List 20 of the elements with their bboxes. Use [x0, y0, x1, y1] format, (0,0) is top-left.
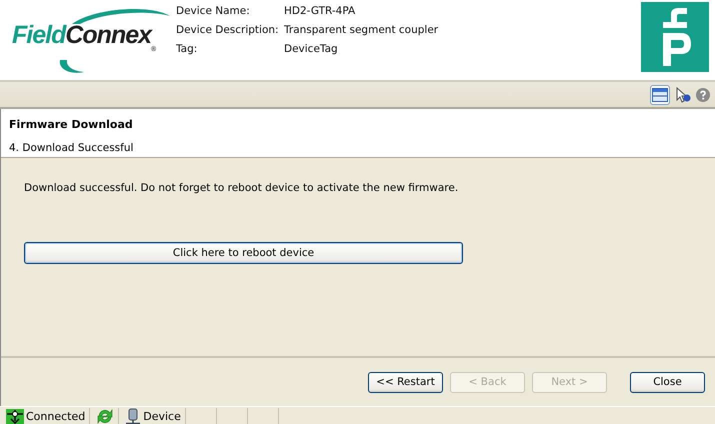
field-label: Device Description: — [176, 24, 280, 36]
wizard-button[interactable]: << Restart — [368, 372, 443, 392]
logo-text: FieldConnex$_{®}$ — [12, 20, 158, 56]
message-text: Download successful. Do not forget to reboot device to activate the new firmware. — [24, 182, 460, 194]
refresh-icon — [96, 408, 114, 424]
status-text: Device — [143, 410, 181, 423]
step-label: 4. Download Successful — [9, 142, 134, 154]
status-text: Connected — [26, 410, 86, 423]
help-icon[interactable] — [696, 88, 710, 102]
reboot-button[interactable]: Click here to reboot device — [24, 242, 463, 264]
window-view-button[interactable] — [650, 84, 670, 104]
wizard-title: Firmware Download — [9, 118, 134, 131]
wizard-button[interactable]: Close — [630, 372, 705, 392]
field-value: DeviceTag — [284, 43, 339, 55]
field-value: HD2-GTR-4PA — [284, 5, 356, 17]
help-pointer-icon[interactable] — [675, 86, 691, 102]
field-label: Tag: — [176, 43, 198, 55]
field-label: Device Name: — [176, 5, 251, 17]
field-value: Transparent segment coupler — [284, 24, 440, 36]
device-icon — [125, 408, 142, 424]
